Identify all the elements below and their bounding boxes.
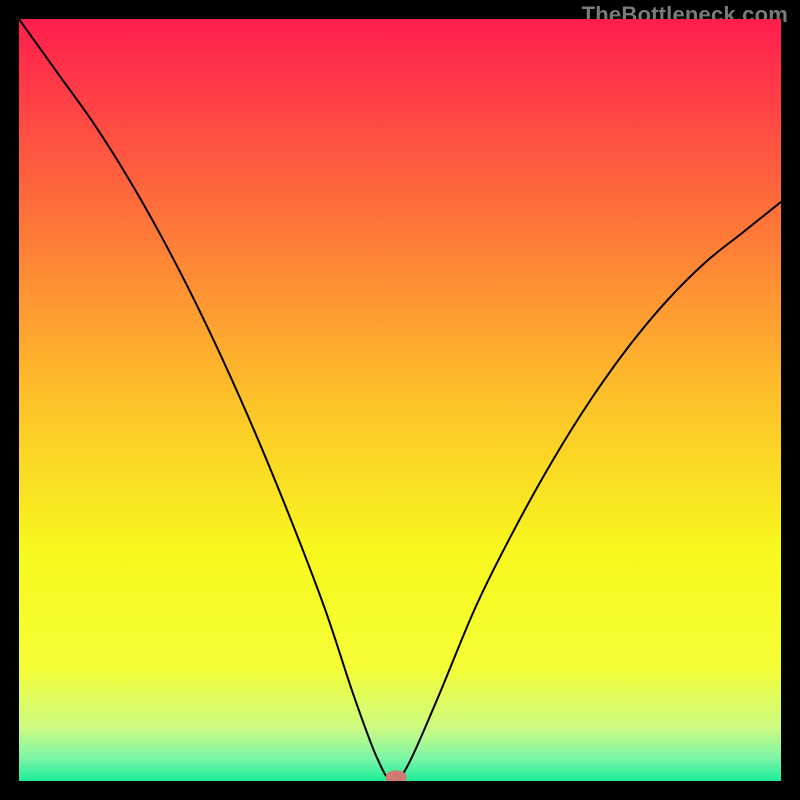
chart-plot-area <box>19 19 781 781</box>
chart-background <box>19 19 781 781</box>
chart-svg <box>19 19 781 781</box>
chart-frame: TheBottleneck.com <box>0 0 800 800</box>
